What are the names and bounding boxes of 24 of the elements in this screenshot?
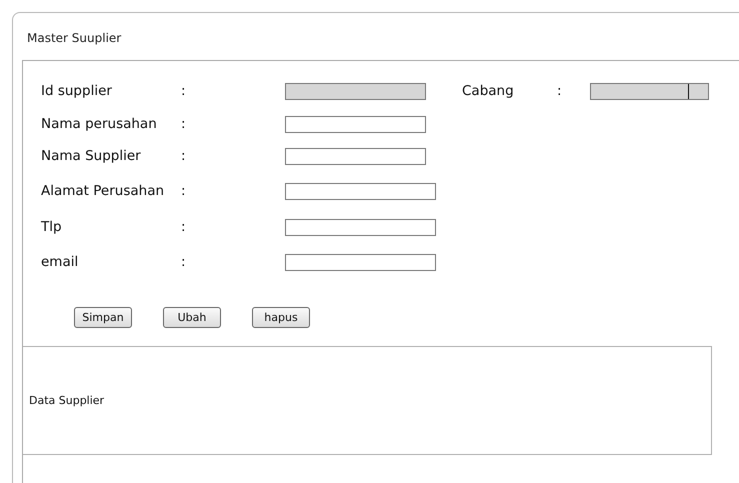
colon: :	[181, 116, 187, 132]
field-label: Alamat Perusahan	[41, 183, 166, 199]
field-label: Id supplier	[41, 83, 113, 99]
action-button[interactable]: hapus	[252, 307, 310, 328]
grid-label: Data Supplier	[29, 394, 104, 407]
field-label: email	[41, 254, 80, 270]
colon: :	[557, 83, 563, 99]
field-label: Tlp	[41, 219, 63, 235]
action-button[interactable]: Ubah	[163, 307, 221, 328]
action-button[interactable]: Simpan	[74, 307, 132, 328]
text-field[interactable]	[285, 182, 436, 200]
colon: :	[181, 219, 187, 235]
text-field[interactable]	[285, 254, 436, 270]
field-label: Nama perusahan	[41, 116, 158, 132]
colon: :	[181, 254, 187, 270]
colon: :	[181, 183, 187, 199]
field-label: Cabang	[462, 83, 515, 99]
field-label: Nama Supplier	[41, 148, 142, 164]
text-field[interactable]	[285, 218, 436, 236]
text-field[interactable]	[285, 148, 426, 164]
colon: :	[181, 148, 187, 164]
text-field[interactable]	[285, 116, 426, 132]
colon: :	[181, 83, 187, 99]
window-title: Master Suuplier	[27, 31, 122, 45]
